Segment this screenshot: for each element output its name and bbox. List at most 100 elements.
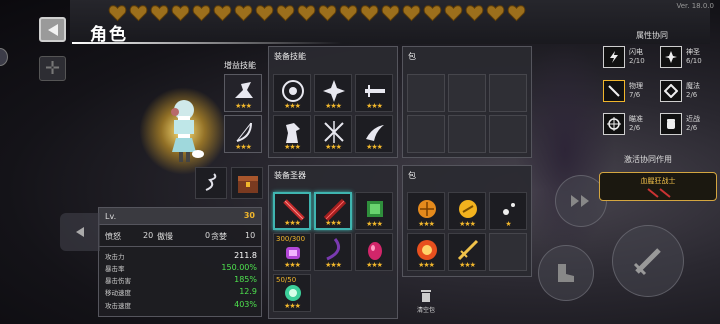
skill-control-button[interactable] [538, 245, 594, 301]
green-orb-icon [285, 285, 301, 301]
heart-icon [381, 4, 400, 22]
trait-pride-value: 0 [205, 231, 211, 240]
skill-slot-arrows[interactable]: ★★★ [314, 115, 352, 153]
relic-slot-red-blade[interactable]: ★★★ [273, 192, 311, 230]
green-crate-icon [367, 201, 383, 217]
bag-slot-yellow-coin[interactable]: ★★★ [448, 192, 486, 230]
aim-icon [603, 113, 625, 135]
stat-label: 暴击率 [105, 265, 125, 273]
relic-slot-crimson-blade[interactable]: ★★★ [314, 192, 352, 230]
attack-control-button[interactable] [612, 225, 684, 297]
stats-divider [99, 246, 261, 247]
joystick-left[interactable] [60, 213, 100, 251]
bag-slot-golden-sword[interactable]: ★★★ [448, 233, 486, 271]
stat-value: 12.9 [239, 287, 257, 296]
heart-icon [423, 4, 442, 22]
boot-icon [558, 264, 574, 282]
stat-value: 403% [234, 300, 257, 309]
active-synergy-card[interactable]: 血腥狂战士 [599, 172, 717, 201]
sparkle-icon [503, 203, 515, 215]
bag-slot[interactable] [407, 115, 445, 153]
back-button[interactable] [39, 17, 66, 42]
back-arrow-icon [47, 23, 58, 36]
bag-slot[interactable] [407, 74, 445, 112]
orange-coin-icon [418, 200, 436, 218]
synergy-holy[interactable]: 神圣 6/10 [660, 46, 720, 70]
heart-icon [171, 4, 190, 22]
stars: ★★★ [284, 219, 301, 227]
active-synergy-name: 血腥狂战士 [640, 177, 676, 185]
relic-slot-purple-bomb[interactable]: 300/300 ★★★ [273, 233, 311, 271]
stars: ★★★ [366, 261, 383, 269]
relic-slot-dark-bow[interactable]: ★★★ [314, 233, 352, 271]
character-sprite [171, 100, 204, 162]
skill-slot-horse[interactable]: ★★★ [273, 115, 311, 153]
heart-icon [507, 4, 526, 22]
arrows-icon [324, 121, 344, 143]
stars: ★★★ [235, 102, 252, 110]
blade-icon [647, 188, 671, 198]
level-value: 30 [243, 211, 255, 220]
synergy-name: 瞄准 [629, 115, 643, 123]
synergy-magic[interactable]: 魔法 2/6 [660, 80, 720, 104]
stars: ★★★ [366, 220, 383, 228]
chest-item-slot[interactable] [231, 167, 263, 199]
synergy-melee[interactable]: 近战 2/6 [660, 113, 720, 137]
stars: ★★★ [325, 261, 342, 269]
bag-slot[interactable] [489, 233, 527, 271]
skill-slot-spin-blade[interactable]: ★★★ [314, 74, 352, 112]
bag-slot-orange-coin[interactable]: ★★★ [407, 192, 445, 230]
heart-icon [297, 4, 316, 22]
synergy-name: 近战 [686, 115, 700, 123]
golden-sword-icon [457, 239, 479, 261]
bag-slot-fire-orb[interactable]: ★★★ [407, 233, 445, 271]
heart-icon [360, 4, 379, 22]
bag-slot[interactable] [448, 115, 486, 153]
heart-icon [150, 4, 169, 22]
active-synergy-title: 激活协同作用 [624, 155, 672, 164]
trash-icon [421, 290, 431, 302]
stat-row: 暴击伤害 185% [105, 275, 257, 285]
relic-slot-green-crate[interactable]: ★★★ [355, 192, 393, 230]
trait-greed-label: 贪婪 [211, 232, 227, 241]
relic-slot-green-orb[interactable]: 50/50 ★★★ [273, 274, 311, 312]
stat-row: 攻击力 211.8 [105, 251, 257, 261]
stars: ★★★ [284, 302, 301, 310]
skill-slot-sword[interactable]: ★★★ [355, 74, 393, 112]
synergy-count: 2/6 [686, 91, 698, 99]
clear-bag-button[interactable]: 清空包 [414, 286, 438, 318]
bonus-skill-label: 增益技能 [224, 61, 256, 70]
heart-icon [213, 4, 232, 22]
lightning-icon [603, 46, 625, 68]
bonus-skill-slot-1[interactable]: ★★★ [224, 74, 262, 112]
trait-anger-value: 20 [143, 231, 154, 240]
skill-slot-target[interactable]: ★★★ [273, 74, 311, 112]
synergy-name: 物理 [629, 82, 643, 90]
clear-bag-label: 清空包 [416, 307, 435, 314]
add-button[interactable]: ✛ [39, 56, 66, 81]
relic-slot-red-egg[interactable]: ★★★ [355, 233, 393, 271]
bag-slot[interactable] [489, 115, 527, 153]
stat-label: 暴击伤害 [105, 277, 131, 285]
stars: ★★★ [325, 143, 342, 151]
stars: ★★★ [235, 143, 252, 151]
heart-icon [339, 4, 358, 22]
synergy-title: 属性协同 [636, 31, 668, 40]
synergy-count: 2/10 [629, 57, 645, 65]
bag-slot[interactable] [448, 74, 486, 112]
skill-slot-claw[interactable]: ★★★ [355, 115, 393, 153]
bag-bottom-title: 包 [408, 171, 416, 180]
bag-slot[interactable] [489, 74, 527, 112]
stars: ★★★ [284, 261, 301, 269]
stars: ★★★ [418, 220, 435, 228]
claw-icon [366, 125, 384, 141]
wind-item-slot[interactable] [195, 167, 227, 199]
stars: ★★★ [418, 261, 435, 269]
stars: ★★★ [325, 102, 342, 110]
bag-slot-sparkle[interactable]: ★ [489, 192, 527, 230]
stat-label: 攻击速度 [105, 302, 131, 310]
bonus-skill-slot-2[interactable]: ★★★ [224, 115, 262, 153]
synergy-count: 2/6 [629, 124, 641, 132]
heart-icon [129, 4, 148, 22]
heart-icon [276, 4, 295, 22]
